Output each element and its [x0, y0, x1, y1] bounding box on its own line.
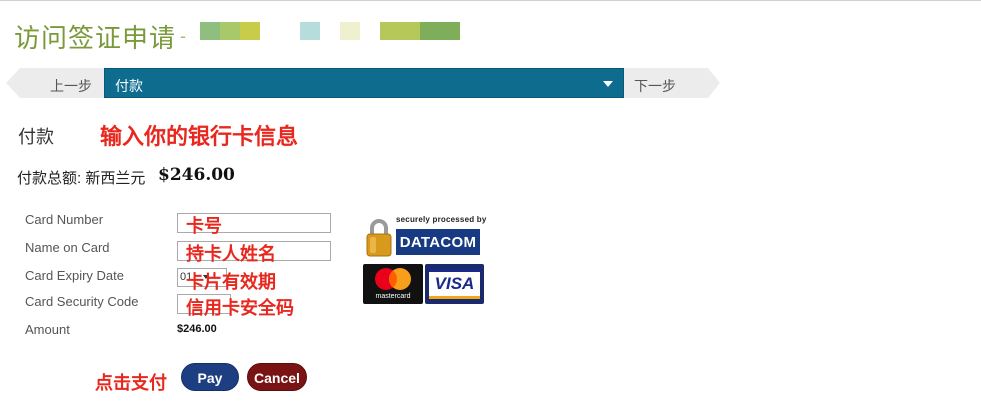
visa-stripe-bottom [429, 296, 480, 299]
total-amount: $246.00 [158, 165, 235, 185]
expiry-date-label: Card Expiry Date [25, 268, 124, 283]
cancel-button[interactable]: Cancel [247, 363, 307, 391]
visa-stripe-top [429, 269, 480, 272]
amount-label: Amount [25, 322, 70, 337]
visa-text: VISA [434, 274, 475, 293]
page-title: 访问签证申请 [14, 24, 177, 54]
next-step-label[interactable]: 下一步 [634, 76, 676, 96]
blurred-block-2 [220, 22, 240, 40]
name-on-card-label: Name on Card [25, 240, 110, 255]
mastercard-circles-icon [375, 268, 411, 290]
payment-section-title: 付款 [18, 127, 54, 147]
mastercard-text: mastercard [375, 293, 411, 300]
annotation-click-to-pay: 点击支付 [95, 373, 167, 394]
pay-button[interactable]: Pay [181, 363, 239, 391]
step-select-value: 付款 [115, 78, 143, 94]
blurred-block-5 [340, 22, 360, 40]
annotation-expiry: 卡片有效期 [186, 272, 276, 293]
visa-logo: VISA [425, 264, 484, 304]
total-label: 付款总额: 新西兰元 [17, 170, 146, 187]
datacom-logo: DATACOM [396, 229, 480, 255]
prev-step-label[interactable]: 上一步 [50, 76, 92, 96]
title-separator: - [180, 26, 186, 46]
visa-logo-inner: VISA [429, 269, 480, 299]
blurred-block-4 [300, 22, 320, 40]
blurred-block-6 [380, 22, 420, 40]
annotation-security-code: 信用卡安全码 [186, 298, 294, 319]
datacom-logo-text: DATACOM [399, 234, 477, 251]
amount-value: $246.00 [177, 323, 217, 335]
annotation-name-on-card: 持卡人姓名 [186, 244, 276, 265]
top-border [0, 0, 981, 1]
card-number-label: Card Number [25, 212, 104, 227]
datacom-caption: securely processed by [396, 215, 487, 224]
lock-icon [366, 219, 392, 257]
annotation-card-number: 卡号 [186, 216, 222, 237]
blurred-block-1 [200, 22, 220, 40]
step-select-dropdown[interactable]: 付款 [104, 68, 624, 98]
blurred-block-3 [240, 22, 260, 40]
chevron-down-icon [603, 81, 613, 87]
security-code-label: Card Security Code [25, 294, 139, 309]
annotation-enter-card-info: 输入你的银行卡信息 [100, 125, 299, 150]
mastercard-logo: mastercard [363, 264, 423, 304]
blurred-block-7 [420, 22, 460, 40]
